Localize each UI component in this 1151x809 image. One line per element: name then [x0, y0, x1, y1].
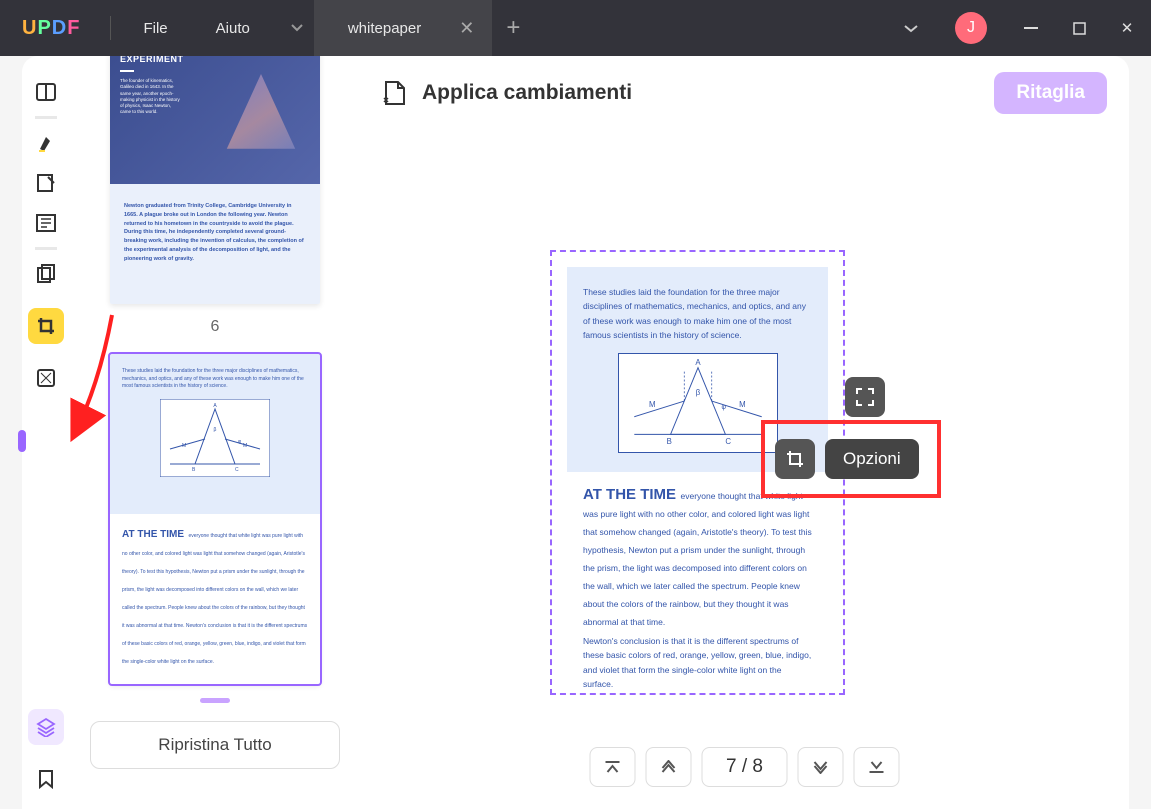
thumbnails-panel: EXPERIMENT The founder of kinematics, Ga… [70, 56, 360, 809]
thumb6-sidebar-text: The founder of kinematics, Galileo died … [120, 78, 182, 116]
tool-ocr-icon[interactable] [28, 205, 64, 241]
restore-all-button[interactable]: Ripristina Tutto [90, 721, 340, 769]
thumbnail-page-6[interactable]: EXPERIMENT The founder of kinematics, Ga… [110, 56, 320, 304]
canvas-title: Applica cambiamenti [422, 81, 994, 105]
crop-options-tooltip: Opzioni [825, 439, 919, 479]
app-logo: UPDF [0, 17, 102, 40]
fullscreen-icon[interactable] [845, 377, 885, 417]
menu-file[interactable]: File [119, 20, 191, 37]
thumb7-heading: AT THE TIME [122, 529, 184, 540]
page-last-icon[interactable] [854, 747, 900, 787]
tab-label: whitepaper [348, 20, 421, 37]
user-avatar[interactable]: J [955, 12, 987, 44]
svg-text:β: β [214, 427, 217, 433]
maximize-icon[interactable] [1055, 4, 1103, 52]
svg-text:M: M [739, 400, 746, 409]
svg-text:M: M [243, 443, 247, 449]
tool-layers-icon[interactable] [28, 709, 64, 745]
svg-text:φ: φ [721, 404, 726, 411]
crop-diagram: A B C M M β φ [618, 353, 778, 453]
thumb6-title: EXPERIMENT [120, 56, 310, 64]
page-prev-icon[interactable] [645, 747, 691, 787]
canvas-area: Applica cambiamenti Ritaglia These studi… [360, 56, 1129, 809]
close-icon[interactable]: ✕ [1103, 4, 1151, 52]
tool-reader-icon[interactable] [28, 74, 64, 110]
menu-help[interactable]: Aiuto [192, 20, 274, 37]
tool-crop-icon[interactable] [28, 308, 64, 344]
tab-add-icon[interactable]: + [492, 14, 534, 42]
crop-apply-button[interactable]: Ritaglia [994, 72, 1107, 114]
side-handle[interactable] [22, 430, 26, 452]
crop-intro-text: These studies laid the foundation for th… [583, 285, 812, 343]
svg-text:C: C [235, 467, 239, 473]
page-first-icon[interactable] [589, 747, 635, 787]
thumb7-resize-handle[interactable] [200, 698, 230, 703]
tab-dropdown-icon[interactable] [280, 11, 314, 45]
titlebar: UPDF File Aiuto whitepaper ✕ + J ✕ [0, 0, 1151, 56]
svg-text:C: C [725, 437, 731, 446]
crop-bodytext-1: everyone thought that white light was pu… [583, 491, 812, 627]
tool-bookmark-icon[interactable] [28, 761, 64, 797]
thumb6-body-text: Newton graduated from Trinity College, C… [124, 202, 306, 264]
left-toolbar [22, 56, 70, 809]
tab-active[interactable]: whitepaper ✕ [314, 0, 492, 56]
page-indicator[interactable]: 7 / 8 [701, 747, 788, 787]
svg-text:M: M [182, 443, 186, 449]
tab-close-icon[interactable]: ✕ [459, 18, 474, 39]
tool-edit-icon[interactable] [28, 165, 64, 201]
svg-text:B: B [666, 437, 671, 446]
tool-watermark-icon[interactable] [28, 360, 64, 396]
tool-highlight-icon[interactable] [28, 125, 64, 161]
thumb7-body-text: everyone thought that white light was pu… [122, 533, 307, 665]
svg-text:M: M [649, 400, 656, 409]
window-menu-icon[interactable] [887, 24, 935, 33]
thumb7-diagram: A B C M M β φ [160, 399, 270, 477]
thumbnail-page-7[interactable]: These studies laid the foundation for th… [110, 354, 320, 684]
crop-heading: AT THE TIME [583, 486, 676, 503]
crop-frame[interactable]: These studies laid the foundation for th… [550, 250, 845, 695]
thumb7-intro-text: These studies laid the foundation for th… [122, 368, 308, 391]
crop-options-icon[interactable] [775, 439, 815, 479]
apply-changes-icon [382, 80, 406, 106]
pagination-bar: 7 / 8 [589, 747, 900, 787]
svg-text:β: β [695, 388, 700, 397]
minimize-icon[interactable] [1007, 4, 1055, 52]
page-next-icon[interactable] [798, 747, 844, 787]
tool-pages-icon[interactable] [28, 256, 64, 292]
crop-bodytext-2: Newton's conclusion is that it is the di… [583, 634, 812, 692]
thumb6-number: 6 [88, 318, 342, 336]
svg-text:A: A [695, 358, 701, 367]
